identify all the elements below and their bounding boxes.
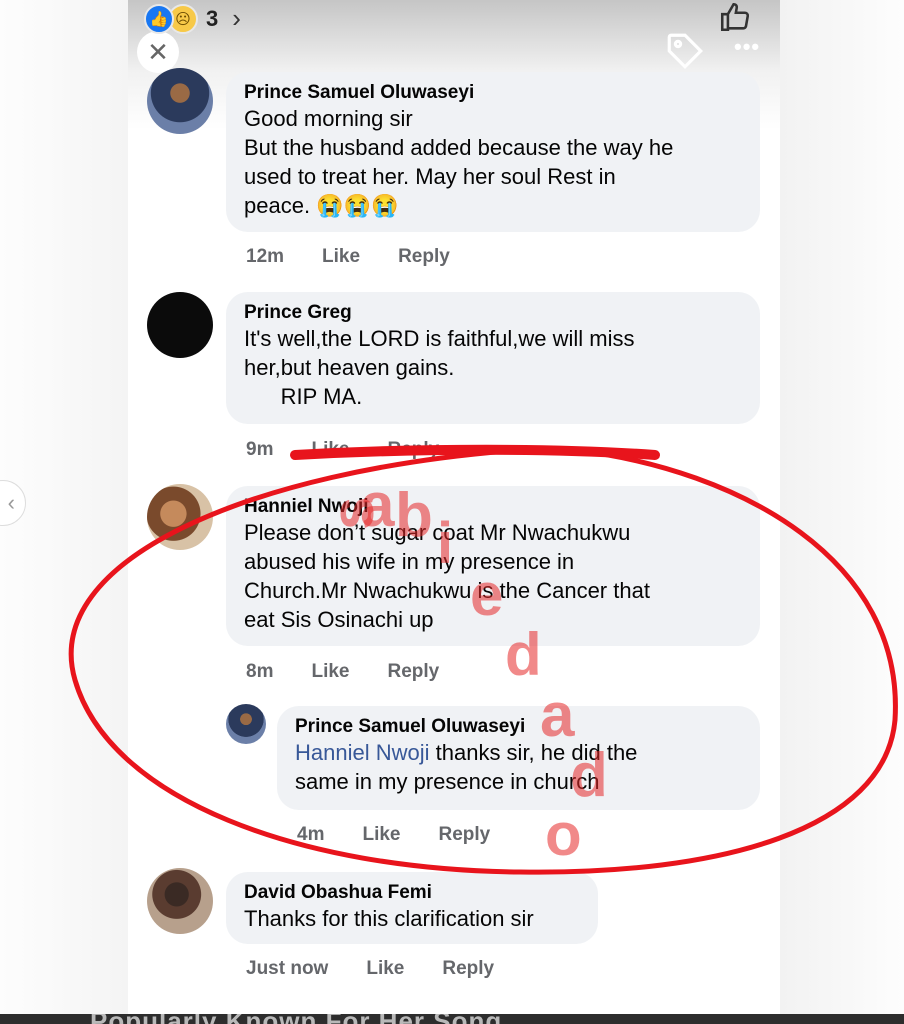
comment-text-line: eat Sis Osinachi up <box>244 607 434 632</box>
comment-text-line: her,but heaven gains. <box>244 355 455 380</box>
comment-author[interactable]: David Obashua Femi <box>244 882 580 904</box>
reply-button[interactable]: Reply <box>439 824 491 846</box>
right-frame <box>780 0 904 1024</box>
avatar[interactable] <box>226 704 266 744</box>
comment-text-line: used to treat her. May her soul Rest in <box>244 164 616 189</box>
reply-button[interactable]: Reply <box>442 958 494 980</box>
comment-text-line: same in my presence in church <box>295 769 600 794</box>
mention-link[interactable]: Hanniel Nwoji <box>295 740 430 765</box>
comment-time: Just now <box>246 958 329 979</box>
comment-time: 12m <box>246 246 285 267</box>
comment-text-line: It's well,the LORD is faithful,we will m… <box>244 326 635 351</box>
footer-text: Popularly Known For Her Song <box>90 1014 502 1024</box>
comment-text-line: Good morning sir <box>244 106 413 131</box>
comment-author[interactable]: Hanniel Nwoji <box>244 496 742 518</box>
reply-bubble: Prince Samuel Oluwaseyi Hanniel Nwoji th… <box>277 706 760 810</box>
comment-author[interactable]: Prince Samuel Oluwaseyi <box>244 82 742 104</box>
chevron-right-icon: › <box>232 3 241 33</box>
like-button[interactable]: Like <box>362 824 400 846</box>
like-button[interactable]: Like <box>311 661 349 683</box>
thumbs-up-icon: 👍 <box>144 3 174 34</box>
comment-text-line: Church.Mr Nwachukwu is the Cancer that <box>244 578 650 603</box>
reactions-summary[interactable]: 👍 ☹ 3 › <box>144 3 241 34</box>
comment-bubble: David Obashua Femi Thanks for this clari… <box>226 872 598 944</box>
comment-author[interactable]: Prince Samuel Oluwaseyi <box>295 716 742 738</box>
like-button[interactable]: Like <box>311 439 349 461</box>
comment-text-line: abused his wife in my presence in <box>244 549 575 574</box>
comment-text-line: peace. 😭😭😭 <box>244 193 399 218</box>
avatar[interactable] <box>147 68 213 134</box>
like-button[interactable]: Like <box>322 246 360 268</box>
comment-actions: Just now Like Reply <box>246 958 494 980</box>
comment-time: 9m <box>246 439 274 460</box>
comment-text-line: RIP MA. <box>244 384 363 409</box>
reaction-count: 3 <box>206 5 219 31</box>
comment-text-line: Please don’t sugar coat Mr Nwachukwu <box>244 520 631 545</box>
comment-time: 4m <box>297 824 325 845</box>
comment-bubble: Hanniel Nwoji Please don’t sugar coat Mr… <box>226 486 760 646</box>
avatar[interactable] <box>147 484 213 550</box>
footer-strip: Popularly Known For Her Song <box>0 1014 904 1024</box>
avatar[interactable] <box>147 292 213 358</box>
comment-actions: 8m Like Reply <box>246 661 439 683</box>
like-button[interactable]: Like <box>366 958 404 980</box>
comment-actions: 9m Like Reply <box>246 439 439 461</box>
comment-text-line: Thanks for this clarification sir <box>244 906 534 931</box>
reply-button[interactable]: Reply <box>388 439 440 461</box>
reply-text: thanks sir, he did the <box>429 740 638 765</box>
reply-button[interactable]: Reply <box>398 246 450 268</box>
comment-actions: 4m Like Reply <box>297 824 490 846</box>
comment-text-line: Hanniel Nwoji thanks sir, he did the <box>295 738 742 767</box>
comment-bubble: Prince Greg It's well,the LORD is faithf… <box>226 292 760 424</box>
tag-icon[interactable] <box>664 30 706 72</box>
comment-time: 8m <box>246 661 274 682</box>
comment-actions: 12m Like Reply <box>246 246 450 268</box>
comment-bubble: Prince Samuel Oluwaseyi Good morning sir… <box>226 72 760 232</box>
reply-button[interactable]: Reply <box>388 661 440 683</box>
avatar[interactable] <box>147 868 213 934</box>
comment-author[interactable]: Prince Greg <box>244 302 742 324</box>
more-options-icon[interactable]: ••• <box>734 34 760 60</box>
close-icon[interactable]: ✕ <box>137 31 179 73</box>
comment-text-line: But the husband added because the way he <box>244 135 674 160</box>
